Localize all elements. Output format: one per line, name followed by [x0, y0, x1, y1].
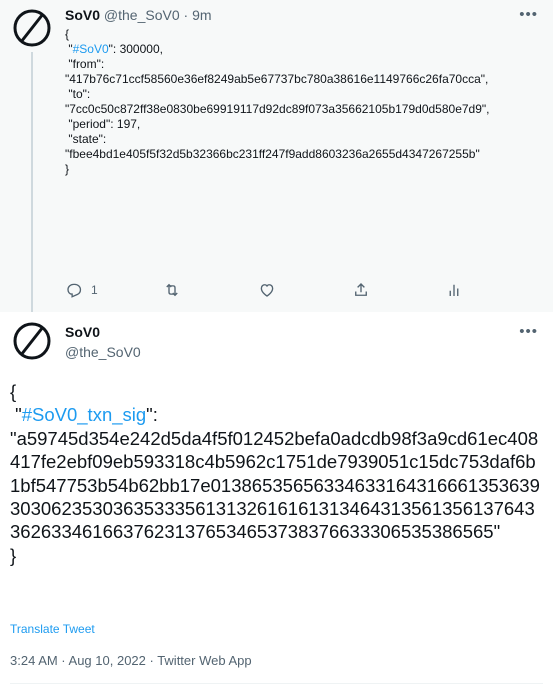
text-line: "period": 197,	[65, 117, 141, 131]
hashtag-link[interactable]: #SoV0_txn_sig	[22, 404, 146, 425]
like-button[interactable]	[258, 281, 276, 299]
thread-line	[31, 52, 33, 312]
text-line: "a59745d354e242d5da4f5f012452befa0adcdb9…	[10, 427, 540, 543]
text-line: {	[10, 381, 17, 402]
retweet-button[interactable]	[163, 281, 181, 299]
text-line: "7cc0c50c872ff38e0830be69919117d92dc89f0…	[65, 102, 490, 116]
reply-button[interactable]: 1	[65, 281, 98, 299]
parent-tweet[interactable]: SoV0 @the_SoV0 · 9m ••• { "#SoV0": 30000…	[0, 0, 553, 312]
text-line: "#SoV0_txn_sig":	[10, 403, 545, 426]
text-line: }	[65, 162, 70, 176]
handle[interactable]: @the_SoV0	[65, 344, 141, 360]
reply-icon	[67, 283, 82, 298]
translate-tweet-link[interactable]: Translate Tweet	[10, 622, 95, 636]
text-line: "417b76c71ccf58560e36ef8249ab5e67737bc78…	[65, 72, 489, 86]
analytics-icon	[449, 284, 459, 296]
parent-tweet-text: { "#SoV0": 300000, "from": "417b76c71ccf…	[65, 27, 540, 177]
retweet-icon	[166, 283, 178, 297]
display-name[interactable]: SoV0	[65, 7, 100, 23]
main-tweet-text: { "#SoV0_txn_sig": "a59745d354e242d5da4f…	[10, 380, 545, 567]
heart-icon	[260, 284, 274, 297]
text-fragment: "	[10, 404, 22, 426]
text-fragment: ":	[146, 404, 158, 426]
text-line: {	[65, 27, 70, 41]
timestamp[interactable]: 9m	[192, 7, 211, 23]
hashtag-link[interactable]: #SoV0	[73, 42, 109, 56]
more-icon[interactable]: •••	[519, 324, 538, 339]
separator: ·	[183, 7, 189, 23]
action-bar: 1	[65, 281, 485, 303]
parent-header: SoV0 @the_SoV0 · 9m	[65, 6, 212, 24]
text-fragment: ": 300000,	[108, 42, 163, 56]
share-icon	[355, 283, 367, 296]
text-line: "to":	[65, 87, 91, 101]
text-line: }	[10, 544, 17, 566]
share-button[interactable]	[352, 281, 370, 299]
text-fragment: "	[65, 42, 73, 56]
text-line: "fbee4bd1e405f5f32d5b32366bc231ff247f9ad…	[65, 147, 480, 161]
tweet-metadata[interactable]: 3:24 AM · Aug 10, 2022 · Twitter Web App	[10, 653, 252, 668]
text-line: "#SoV0": 300000,	[65, 42, 540, 57]
handle[interactable]: @the_SoV0	[104, 7, 180, 23]
text-line: "state":	[65, 132, 107, 146]
reply-count: 1	[91, 283, 98, 297]
analytics-button[interactable]	[445, 281, 463, 299]
divider	[10, 683, 543, 684]
null-symbol-icon[interactable]	[12, 8, 52, 48]
more-icon[interactable]: •••	[519, 7, 538, 22]
display-name[interactable]: SoV0	[65, 324, 100, 340]
text-line: "from":	[65, 57, 105, 71]
null-symbol-icon[interactable]	[12, 321, 52, 361]
